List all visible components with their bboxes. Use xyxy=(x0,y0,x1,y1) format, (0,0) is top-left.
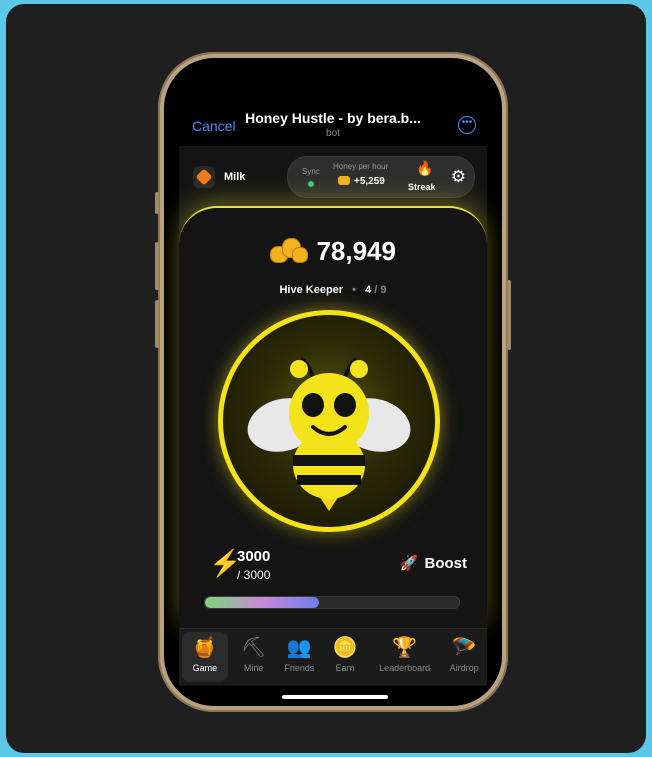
tab-friends[interactable]: 👥 Friends xyxy=(277,629,323,685)
tab-game[interactable]: 🍯 Game xyxy=(182,632,228,682)
fire-icon: 🔥 xyxy=(416,160,434,176)
level-total: 9 xyxy=(380,284,387,296)
volume-down-button xyxy=(155,300,159,348)
energy-current: 3000 xyxy=(237,548,271,565)
coin-count: 78,949 xyxy=(316,236,396,266)
phone-frame: Cancel Honey Hustle - by bera.b... bot •… xyxy=(155,52,511,712)
tab-label: Mine xyxy=(243,663,264,673)
honey-per-hour-value: +5,259 xyxy=(354,176,385,187)
level-dot: • xyxy=(352,284,356,296)
bot-subtitle: bot xyxy=(326,128,340,139)
level-indicator[interactable]: Hive Keeper • 4 / 9 xyxy=(179,284,487,296)
coins-icon: 🪙 xyxy=(332,637,358,659)
bee-tap-button[interactable] xyxy=(218,310,440,532)
stats-pill: Sync Honey per hour +5,259 🔥 Streak ⚙ xyxy=(287,156,475,198)
pickaxe-icon: ⛏ xyxy=(240,637,267,659)
home-indicator[interactable] xyxy=(282,695,388,699)
tab-label: Leaderboard xyxy=(379,663,431,673)
parachute-icon: 🪂 xyxy=(451,637,477,659)
gear-icon[interactable]: ⚙ xyxy=(451,167,466,187)
honey-pot-icon: 🍯 xyxy=(192,637,218,659)
boost-label: Boost xyxy=(424,555,468,572)
tab-label: Game xyxy=(192,663,218,673)
tab-earn[interactable]: 🪙 Earn xyxy=(322,629,368,685)
app-container: Milk Sync Honey per hour +5,259 🔥 Streak… xyxy=(179,146,487,686)
tab-mine[interactable]: ⛏ Mine xyxy=(231,629,277,685)
level-name: Hive Keeper xyxy=(279,284,344,296)
coin-balance: 78,949 xyxy=(179,236,487,267)
mute-switch xyxy=(155,192,159,214)
milk-token-icon xyxy=(193,166,215,188)
energy-max: / 3000 xyxy=(237,568,271,582)
tab-label: Airdrop xyxy=(449,663,479,673)
bee-icon xyxy=(247,357,411,511)
sync-label: Sync xyxy=(302,167,320,176)
token-chip[interactable]: Milk xyxy=(193,166,245,188)
more-icon[interactable]: ••• xyxy=(458,116,476,134)
energy-bar xyxy=(204,596,460,609)
telegram-header: Cancel Honey Hustle - by bera.b... bot •… xyxy=(164,110,502,146)
tab-label: Friends xyxy=(284,663,315,673)
rocket-icon: 🚀 xyxy=(399,555,419,572)
tab-bar: 🍯 Game ⛏ Mine 👥 Friends 🪙 Earn 🏆 Leaderb… xyxy=(179,628,487,685)
level-separator: / xyxy=(374,284,378,296)
tab-label: Earn xyxy=(335,663,355,673)
volume-up-button xyxy=(155,242,159,290)
streak-label[interactable]: Streak xyxy=(408,182,436,192)
honey-per-hour: +5,259 xyxy=(338,176,385,187)
phone-screen: Cancel Honey Hustle - by bera.b... bot •… xyxy=(164,58,502,706)
honey-pots-icon xyxy=(270,236,308,263)
power-button xyxy=(507,280,511,350)
token-label: Milk xyxy=(224,171,246,183)
trophy-icon: 🏆 xyxy=(392,637,418,659)
boost-button[interactable]: 🚀 Boost xyxy=(400,554,467,572)
level-current: 4 xyxy=(365,284,372,296)
sync-status-dot xyxy=(308,181,314,187)
energy-bar-fill xyxy=(205,597,320,608)
tab-airdrop[interactable]: 🪂 Airdrop xyxy=(441,629,487,685)
tab-leaderboard[interactable]: 🏆 Leaderboard xyxy=(368,629,441,685)
honey-pot-icon xyxy=(338,176,350,185)
bot-title: Honey Hustle - by bera.b... xyxy=(245,110,421,126)
game-panel: 78,949 Hive Keeper • 4 / 9 ⚡ 3000 / 3000… xyxy=(179,206,487,628)
honey-per-hour-label: Honey per hour xyxy=(333,162,389,171)
friends-icon: 👥 xyxy=(286,637,312,659)
